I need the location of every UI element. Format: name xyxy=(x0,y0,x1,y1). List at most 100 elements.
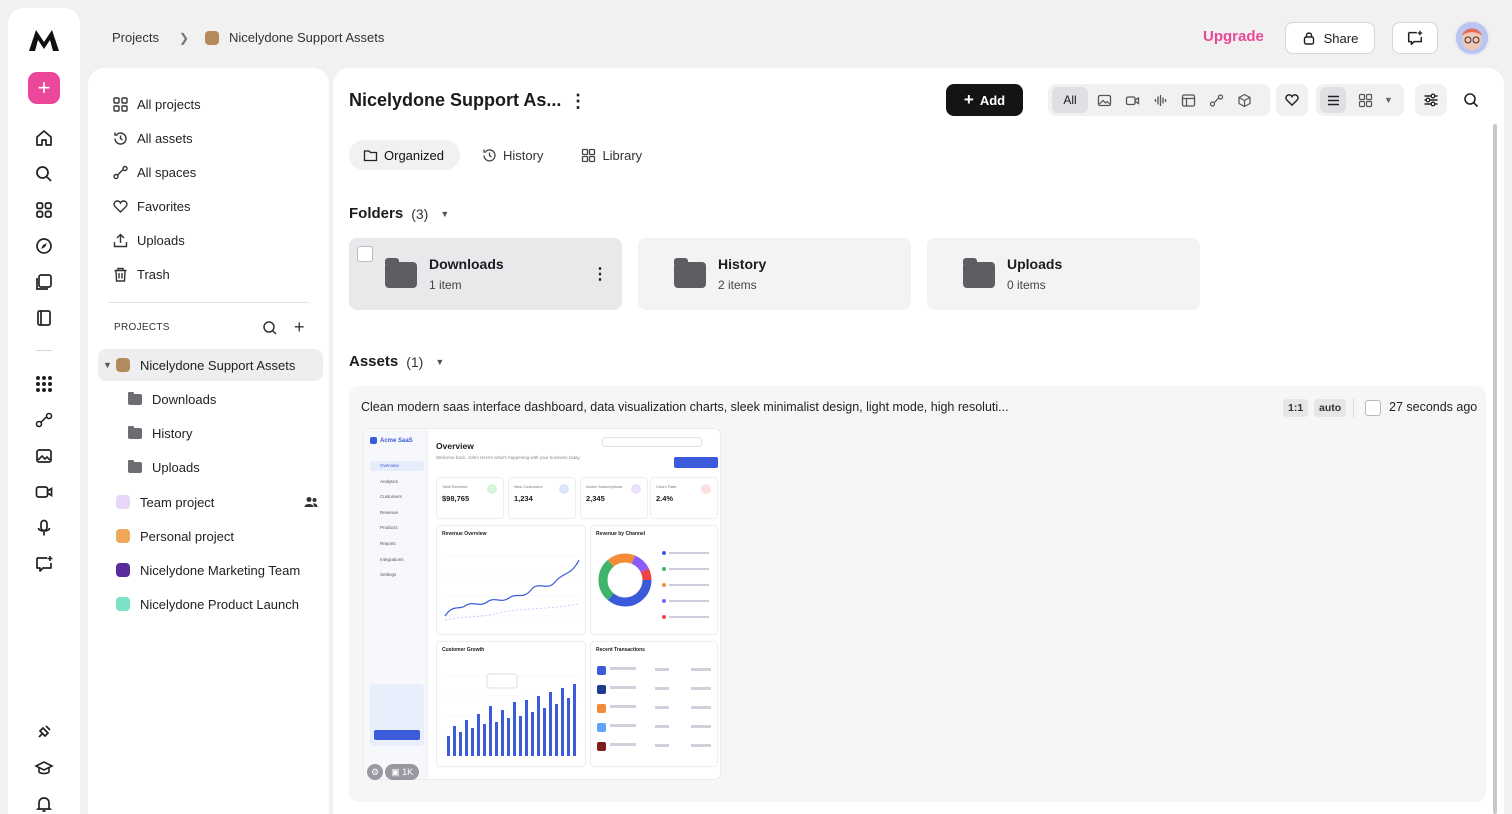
share-button[interactable]: Share xyxy=(1285,22,1375,54)
search-icon[interactable] xyxy=(34,164,54,184)
search-assets-button[interactable] xyxy=(1455,84,1487,116)
thumb-nav-item: Customers xyxy=(380,494,402,499)
folder-checkbox[interactable] xyxy=(357,246,373,262)
nav-all-assets[interactable]: All assets xyxy=(112,126,193,150)
project-item-personal[interactable]: Personal project xyxy=(116,524,234,548)
folder-card-downloads[interactable]: Downloads 1 item ⋮ xyxy=(349,238,622,310)
learn-icon[interactable] xyxy=(34,758,54,778)
add-button[interactable]: + Add xyxy=(946,84,1023,116)
chevron-down-icon[interactable]: ▼ xyxy=(435,357,444,367)
list-view-button[interactable] xyxy=(1320,87,1346,113)
grid-view-button[interactable] xyxy=(1352,87,1378,113)
rail-divider xyxy=(36,350,52,351)
more-options-icon[interactable]: ⋮ xyxy=(569,92,587,110)
plugin-icon[interactable] xyxy=(34,722,54,742)
project-swatch xyxy=(116,563,130,577)
favorites-toggle[interactable] xyxy=(1276,84,1308,116)
video-icon[interactable] xyxy=(34,482,54,502)
subfolder-history[interactable]: History xyxy=(128,421,192,445)
apps-grid-icon[interactable] xyxy=(34,374,54,394)
breadcrumb-projects-link[interactable]: Projects xyxy=(112,30,159,45)
image-count-badge[interactable]: ▣ 1K xyxy=(385,764,420,780)
folder-card-uploads[interactable]: Uploads 0 items xyxy=(927,238,1200,310)
board-filter-icon[interactable] xyxy=(1176,87,1200,113)
new-chat-button[interactable] xyxy=(1392,22,1438,54)
thumb-nav-item: Overview xyxy=(370,461,424,471)
view-mode-group: ▼ xyxy=(1316,84,1404,116)
thumb-nav-item: Revenue xyxy=(380,510,399,515)
project-item-launch[interactable]: Nicelydone Product Launch xyxy=(116,592,299,616)
thumb-nav-item: Integrations xyxy=(380,557,404,562)
add-label: Add xyxy=(979,92,1006,108)
folder-icon xyxy=(674,258,706,288)
chevron-down-icon[interactable]: ▼ xyxy=(1384,95,1393,105)
chevron-down-icon[interactable]: ▼ xyxy=(440,209,449,219)
nav-uploads[interactable]: Uploads xyxy=(112,228,185,252)
chat-plus-icon xyxy=(1407,30,1423,46)
subfolder-downloads[interactable]: Downloads xyxy=(128,387,216,411)
nav-label: Trash xyxy=(137,266,170,282)
assets-heading[interactable]: Assets (1) ▼ xyxy=(349,353,444,370)
folders-heading[interactable]: Folders (3) ▼ xyxy=(349,205,449,222)
audio-filter-icon[interactable] xyxy=(1148,87,1172,113)
tab-organized[interactable]: Organized xyxy=(349,140,460,170)
folder-name: Uploads xyxy=(1007,256,1063,272)
upgrade-link[interactable]: Upgrade xyxy=(1203,28,1264,45)
settings-badge-icon[interactable]: ⚙ xyxy=(367,764,384,780)
folder-more-icon[interactable]: ⋮ xyxy=(592,264,608,284)
collapse-caret-icon[interactable]: ▼ xyxy=(103,360,112,370)
image-edit-icon[interactable] xyxy=(34,446,54,466)
projects-icon[interactable] xyxy=(34,200,54,220)
explore-icon[interactable] xyxy=(34,236,54,256)
folder-card-history[interactable]: History 2 items xyxy=(638,238,911,310)
spaces-icon xyxy=(113,165,128,179)
video-filter-icon[interactable] xyxy=(1120,87,1144,113)
sidebar-divider xyxy=(108,302,309,303)
asset-prompt[interactable]: Clean modern saas interface dashboard, d… xyxy=(361,400,1009,414)
main-scrollbar[interactable] xyxy=(1493,124,1497,814)
app-logo-icon[interactable] xyxy=(28,28,60,52)
chat-spark-icon[interactable] xyxy=(34,554,54,574)
asset-thumbnail[interactable]: Acme SaaS Overview Analytics Customers R… xyxy=(363,428,721,780)
nav-favorites[interactable]: Favorites xyxy=(112,194,190,218)
asset-select-checkbox[interactable] xyxy=(1365,400,1381,416)
gallery-icon[interactable] xyxy=(34,272,54,292)
home-icon[interactable] xyxy=(34,128,54,148)
sliders-icon xyxy=(1424,93,1438,107)
microphone-icon[interactable] xyxy=(34,518,54,538)
workflow-filter-icon[interactable] xyxy=(1204,87,1228,113)
create-new-button[interactable]: + xyxy=(28,72,60,104)
subfolder-uploads[interactable]: Uploads xyxy=(128,455,200,479)
user-avatar[interactable] xyxy=(1454,20,1490,56)
nav-all-projects[interactable]: All projects xyxy=(112,92,201,116)
folder-count: 2 items xyxy=(718,278,757,292)
subfolder-label: History xyxy=(152,425,193,441)
notifications-icon[interactable] xyxy=(34,794,54,814)
search-projects-icon[interactable] xyxy=(262,320,278,336)
book-icon[interactable] xyxy=(34,308,54,328)
project-item-active[interactable]: Nicelydone Support Assets xyxy=(116,353,295,377)
tab-history[interactable]: History xyxy=(468,140,559,170)
filter-all[interactable]: All xyxy=(1052,87,1088,113)
nav-trash[interactable]: Trash xyxy=(112,262,170,286)
tab-library[interactable]: Library xyxy=(567,140,658,170)
project-item-marketing[interactable]: Nicelydone Marketing Team xyxy=(116,558,300,582)
tab-label: Organized xyxy=(384,147,444,163)
add-project-button[interactable]: + xyxy=(294,318,305,336)
project-item-team[interactable]: Team project xyxy=(116,490,214,514)
thumbnail-badges: ⚙ ▣ 1K xyxy=(367,764,420,780)
breadcrumb-current[interactable]: Nicelydone Support Assets xyxy=(229,30,384,45)
thumb-heading: Overview xyxy=(436,441,474,451)
asset-generation-panel: Clean modern saas interface dashboard, d… xyxy=(349,386,1486,802)
ratio-tag: 1:1 xyxy=(1283,399,1309,417)
image-filter-icon[interactable] xyxy=(1092,87,1116,113)
thumb-kpi: Churn Rate 2.4% xyxy=(650,477,718,519)
thumb-revenue-chart: Revenue Overview xyxy=(436,525,586,635)
folder-icon xyxy=(128,391,142,405)
project-swatch xyxy=(116,495,130,509)
nav-all-spaces[interactable]: All spaces xyxy=(112,160,196,184)
folder-count: 0 items xyxy=(1007,278,1046,292)
nodes-icon[interactable] xyxy=(34,410,54,430)
adjustments-button[interactable] xyxy=(1415,84,1447,116)
3d-filter-icon[interactable] xyxy=(1232,87,1256,113)
